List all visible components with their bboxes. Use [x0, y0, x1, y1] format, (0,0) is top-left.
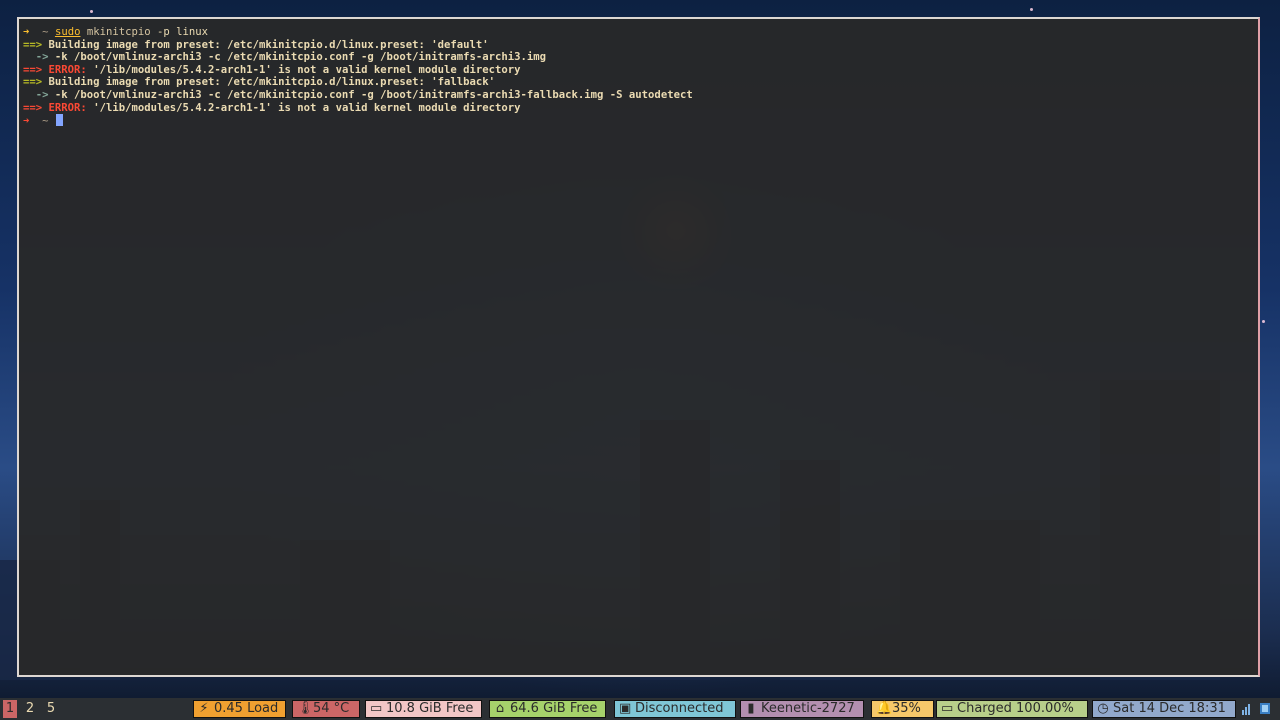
- text-cursor: [55, 114, 63, 127]
- root-disk-value: 10.8 GiB Free: [386, 701, 474, 716]
- terminal-line-output: -> -k /boot/vmlinuz-archi3 -c /etc/mkini…: [23, 51, 1258, 64]
- command-name: mkinitcpio: [86, 26, 151, 38]
- terminal-line-error: ==> ERROR: '/lib/modules/5.4.2-arch1-1' …: [23, 64, 1258, 77]
- bell-icon: 🔔: [876, 701, 893, 716]
- load-icon: ⚡: [199, 701, 209, 716]
- clock-icon: ◷: [1097, 701, 1109, 716]
- prompt-arrow-icon: ➜: [23, 115, 30, 128]
- error-text: '/lib/modules/5.4.2-arch1-1' is not a va…: [93, 63, 521, 76]
- workspace-2-button[interactable]: 2: [23, 700, 37, 718]
- terminal-line-prompt[interactable]: ➜ ~: [23, 114, 1258, 127]
- ethernet-module[interactable]: ▣ Disconnected: [614, 700, 736, 718]
- volume-value: 35%: [892, 701, 921, 716]
- wifi-ssid: Keenetic-2727: [761, 701, 855, 716]
- thermometer-icon: 🌡: [297, 701, 314, 716]
- wallpaper-star: [1030, 8, 1033, 11]
- temperature-value: 54 °C: [313, 701, 350, 716]
- home-icon: ⌂: [495, 701, 505, 716]
- output-prefix: ==>: [23, 101, 43, 114]
- wifi-module[interactable]: ▮ Keenetic-2727: [740, 700, 864, 718]
- output-prefix: ->: [23, 88, 49, 101]
- error-label: ERROR:: [48, 101, 87, 114]
- monitor-icon: ▣: [619, 701, 632, 716]
- network-tray-icon[interactable]: [1242, 701, 1252, 715]
- load-module[interactable]: ⚡ 0.45 Load: [193, 700, 286, 718]
- terminal-line-output: -> -k /boot/vmlinuz-archi3 -c /etc/mkini…: [23, 89, 1258, 102]
- signal-icon: ▮: [747, 701, 755, 716]
- prompt-directory: ~: [42, 115, 49, 128]
- command-sudo: sudo: [54, 26, 81, 38]
- volume-tray-icon[interactable]: [1260, 701, 1270, 715]
- output-prefix: ->: [23, 51, 49, 64]
- terminal-line-output: ==> Building image from preset: /etc/mki…: [23, 39, 1258, 52]
- error-label: ERROR:: [48, 63, 87, 76]
- wallpaper-star: [90, 10, 93, 13]
- volume-module[interactable]: 🔔35%: [871, 700, 934, 718]
- battery-icon: ▭: [941, 701, 954, 716]
- output-text: -k /boot/vmlinuz-archi3 -c /etc/mkinitcp…: [54, 88, 693, 101]
- workspace-1-button[interactable]: 1: [3, 700, 17, 718]
- error-text: '/lib/modules/5.4.2-arch1-1' is not a va…: [93, 101, 521, 114]
- load-value: 0.45 Load: [214, 701, 279, 716]
- ethernet-status: Disconnected: [635, 701, 724, 716]
- terminal-line-error: ==> ERROR: '/lib/modules/5.4.2-arch1-1' …: [23, 102, 1258, 115]
- drive-icon: ▭: [370, 701, 383, 716]
- prompt-directory: ~: [42, 26, 49, 38]
- command-args: -p linux: [157, 26, 209, 38]
- battery-value: Charged 100.00%: [957, 701, 1074, 716]
- battery-module[interactable]: ▭ Charged 100.00%: [936, 700, 1088, 718]
- output-text: -k /boot/vmlinuz-archi3 -c /etc/mkinitcp…: [54, 51, 547, 64]
- workspace-5-button[interactable]: 5: [44, 700, 58, 718]
- home-disk-value: 64.6 GiB Free: [510, 701, 598, 716]
- output-text: Building image from preset: /etc/mkinitc…: [48, 38, 489, 51]
- clock-value: Sat 14 Dec 18:31: [1113, 701, 1226, 716]
- prompt-arrow-icon: ➜: [23, 26, 30, 38]
- output-prefix: ==>: [23, 38, 43, 51]
- wallpaper-star: [1262, 320, 1265, 323]
- clock-module[interactable]: ◷ Sat 14 Dec 18:31: [1092, 700, 1236, 718]
- temperature-module[interactable]: 🌡54 °C: [292, 700, 360, 718]
- output-prefix: ==>: [23, 76, 43, 89]
- output-text: Building image from preset: /etc/mkinitc…: [48, 76, 495, 89]
- home-disk-module[interactable]: ⌂ 64.6 GiB Free: [489, 700, 606, 718]
- terminal-window[interactable]: ➜ ~ sudo mkinitcpio -p linux ==> Buildin…: [17, 17, 1260, 677]
- root-disk-module[interactable]: ▭ 10.8 GiB Free: [365, 700, 482, 718]
- output-prefix: ==>: [23, 63, 43, 76]
- terminal-line-prompt-command: ➜ ~ sudo mkinitcpio -p linux: [23, 26, 1258, 39]
- terminal-line-output: ==> Building image from preset: /etc/mki…: [23, 76, 1258, 89]
- status-bar: 1 2 5 ⚡ 0.45 Load 🌡54 °C ▭ 10.8 GiB Free ⌂…: [0, 698, 1280, 720]
